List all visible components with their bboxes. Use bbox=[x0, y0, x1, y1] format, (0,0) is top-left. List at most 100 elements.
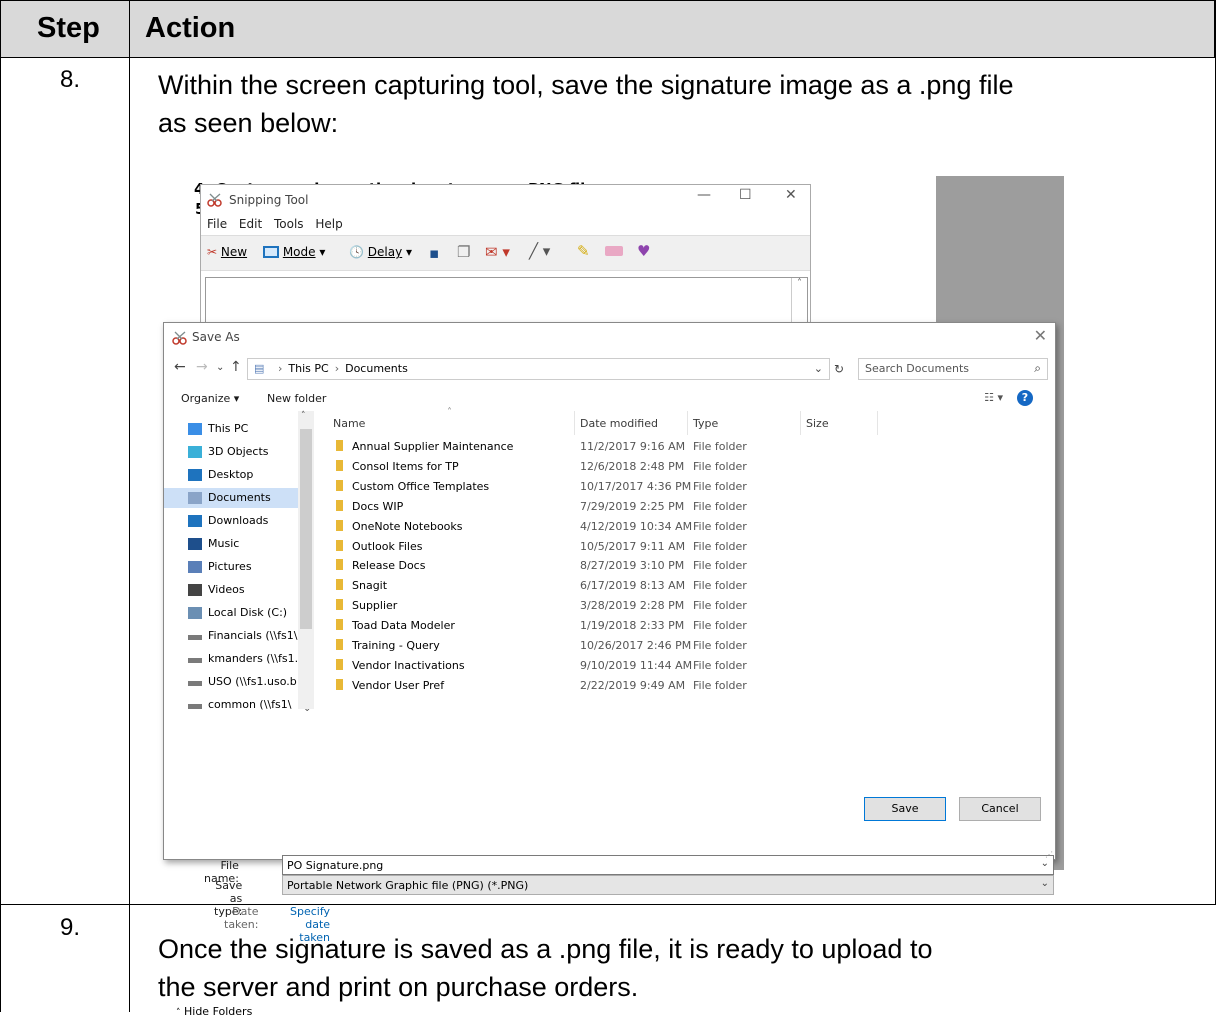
clock-icon: 🕓 bbox=[349, 245, 364, 259]
copy-icon[interactable]: ❐ bbox=[457, 243, 470, 261]
navigation-bar: ← → ⌄ ↑ ▤ › This PC › Documents ⌄ ↻ Search … bbox=[164, 353, 1055, 383]
send-snip-icon[interactable]: ✉ ▾ bbox=[485, 243, 510, 261]
file-type: File folder bbox=[693, 440, 747, 453]
chevron-down-icon[interactable]: ⌄ bbox=[1041, 878, 1049, 889]
paint-3d-icon[interactable]: ♥ bbox=[637, 242, 650, 260]
menu-item-tools[interactable]: Tools bbox=[274, 217, 304, 231]
up-arrow-icon[interactable]: ↑ bbox=[230, 359, 242, 375]
sidebar-item[interactable]: 3D Objects bbox=[184, 442, 312, 462]
column-divider[interactable] bbox=[687, 411, 688, 435]
list-item[interactable]: Outlook Files 10/5/2017 9:11 AM File folde… bbox=[332, 537, 1052, 557]
file-name: Training - Query bbox=[352, 639, 440, 652]
sidebar-item[interactable]: This PC bbox=[184, 419, 312, 439]
file-name-field[interactable]: PO Signature.png ⌄ bbox=[282, 855, 1054, 875]
sidebar-item[interactable]: Desktop bbox=[184, 465, 312, 485]
mode-button[interactable]: Mode ▾ bbox=[263, 245, 325, 259]
document-icon: ▤ bbox=[254, 362, 265, 375]
embedded-screenshot: 4. Capture and save the signature as a P… bbox=[160, 176, 1064, 1018]
minimize-icon[interactable]: — bbox=[697, 187, 711, 203]
new-folder-button[interactable]: New folder bbox=[267, 392, 326, 405]
column-divider[interactable] bbox=[574, 411, 575, 435]
address-bar[interactable]: ▤ › This PC › Documents ⌄ bbox=[247, 358, 830, 380]
step-text-line: as seen below: bbox=[158, 108, 339, 138]
sidebar-item-label: 3D Objects bbox=[208, 445, 269, 458]
sidebar-item[interactable]: kmanders (\\fs1. bbox=[184, 649, 312, 669]
sidebar-item[interactable]: Downloads bbox=[184, 511, 312, 531]
specify-date-taken-link[interactable]: Specify date taken bbox=[290, 905, 330, 944]
header-action: Action bbox=[145, 12, 236, 44]
list-item[interactable]: Annual Supplier Maintenance 11/2/2017 9:1… bbox=[332, 437, 1052, 457]
recent-locations-icon[interactable]: ⌄ bbox=[216, 362, 224, 373]
search-input[interactable]: Search Documents ⌕ bbox=[858, 358, 1048, 380]
list-item[interactable]: Vendor Inactivations 9/10/2019 11:44 AM Fi… bbox=[332, 656, 1052, 676]
sidebar-item[interactable]: common (\\fs1\ bbox=[184, 695, 312, 715]
sidebar-item-label: Documents bbox=[208, 491, 271, 504]
close-icon[interactable]: ✕ bbox=[785, 187, 797, 203]
breadcrumb-documents[interactable]: Documents bbox=[345, 362, 408, 375]
sidebar-item[interactable]: Pictures bbox=[184, 557, 312, 577]
list-item[interactable]: Release Docs 8/27/2019 3:10 PM File folder bbox=[332, 556, 1052, 576]
chevron-down-icon[interactable]: ⌄ bbox=[1041, 858, 1049, 869]
list-item[interactable]: Training - Query 10/26/2017 2:46 PM File f… bbox=[332, 636, 1052, 656]
sidebar-item[interactable]: Music bbox=[184, 534, 312, 554]
column-size[interactable]: Size bbox=[806, 417, 829, 430]
sidebar-item[interactable]: Documents bbox=[164, 488, 298, 508]
list-item[interactable]: Consol Items for TP 12/6/2018 2:48 PM File… bbox=[332, 457, 1052, 477]
forward-arrow-icon[interactable]: → bbox=[196, 359, 208, 375]
help-icon[interactable]: ? bbox=[1017, 390, 1033, 406]
scrollbar-thumb[interactable] bbox=[300, 429, 312, 629]
list-item[interactable]: Custom Office Templates 10/17/2017 4:36 P… bbox=[332, 477, 1052, 497]
maximize-icon[interactable]: ☐ bbox=[739, 187, 752, 203]
list-item[interactable]: Toad Data Modeler 1/19/2018 2:33 PM File f… bbox=[332, 616, 1052, 636]
resize-grip-icon[interactable]: ⋰ bbox=[1045, 850, 1053, 859]
pen-icon[interactable]: ╱ ▾ bbox=[529, 242, 550, 260]
save-icon[interactable]: ▪ bbox=[429, 244, 439, 262]
column-name[interactable]: Name bbox=[333, 417, 365, 430]
step-text-line: Within the screen capturing tool, save t… bbox=[158, 70, 1014, 100]
organize-button[interactable]: Organize ▾ bbox=[181, 392, 239, 405]
menu-item-file[interactable]: File bbox=[207, 217, 227, 231]
list-item[interactable]: Snagit 6/17/2019 8:13 AM File folder bbox=[332, 576, 1052, 596]
sidebar-item[interactable]: Financials (\\fs1\ bbox=[184, 626, 312, 646]
file-date: 10/17/2017 4:36 PM bbox=[580, 479, 692, 493]
menu-item-edit[interactable]: Edit bbox=[239, 217, 262, 231]
sidebar-item[interactable]: Videos bbox=[184, 580, 312, 600]
sidebar-item[interactable]: USO (\\fs1.uso.b bbox=[184, 672, 312, 692]
breadcrumb-this-pc[interactable]: This PC bbox=[288, 362, 328, 375]
refresh-icon[interactable]: ↻ bbox=[834, 362, 844, 376]
highlighter-icon[interactable]: ✎ bbox=[577, 242, 590, 260]
column-date-modified[interactable]: Date modified bbox=[580, 417, 658, 430]
file-name: Vendor Inactivations bbox=[352, 658, 465, 672]
list-item[interactable]: Vendor User Pref 2/22/2019 9:49 AM File fo… bbox=[332, 676, 1052, 696]
sidebar-item-label: Pictures bbox=[208, 560, 252, 573]
pictures-icon bbox=[188, 561, 202, 573]
command-bar: Organize ▾ New folder ☷ ▾ ? bbox=[164, 387, 1055, 411]
eraser-icon[interactable] bbox=[605, 246, 623, 256]
list-item[interactable]: Docs WIP 7/29/2019 2:25 PM File folder bbox=[332, 497, 1052, 517]
file-date: 10/26/2017 2:46 PM bbox=[580, 639, 692, 652]
folder-icon bbox=[336, 619, 343, 631]
cancel-button[interactable]: Cancel bbox=[959, 797, 1041, 821]
list-item[interactable]: OneNote Notebooks 4/12/2019 10:34 AM File … bbox=[332, 517, 1052, 537]
save-button[interactable]: Save bbox=[864, 797, 946, 821]
column-divider[interactable] bbox=[877, 411, 878, 435]
save-type-select[interactable]: Portable Network Graphic file (PNG) (*.P… bbox=[282, 875, 1054, 895]
delay-label: Delay bbox=[367, 245, 403, 259]
network-drive-icon bbox=[188, 681, 202, 686]
column-divider[interactable] bbox=[800, 411, 801, 435]
back-arrow-icon[interactable]: ← bbox=[174, 359, 186, 375]
list-item[interactable]: Supplier 3/28/2019 2:28 PM File folder bbox=[332, 596, 1052, 616]
table-border-left bbox=[0, 0, 1, 1012]
column-type[interactable]: Type bbox=[693, 417, 718, 430]
close-icon[interactable]: ✕ bbox=[1034, 326, 1047, 345]
file-name: Release Docs bbox=[352, 559, 426, 573]
file-date: 12/6/2018 2:48 PM bbox=[580, 459, 685, 473]
view-options-icon[interactable]: ☷ ▾ bbox=[984, 391, 1003, 404]
chevron-down-icon[interactable]: ⌄ bbox=[814, 362, 823, 375]
scroll-up-icon[interactable]: ˄ bbox=[301, 411, 306, 421]
delay-button[interactable]: 🕓 Delay ▾ bbox=[349, 245, 412, 259]
sidebar-item[interactable]: Local Disk (C:) bbox=[184, 603, 312, 623]
navigation-scrollbar[interactable]: ˄ bbox=[298, 411, 314, 709]
menu-item-help[interactable]: Help bbox=[315, 217, 342, 231]
new-button[interactable]: ✂ New bbox=[207, 245, 247, 259]
